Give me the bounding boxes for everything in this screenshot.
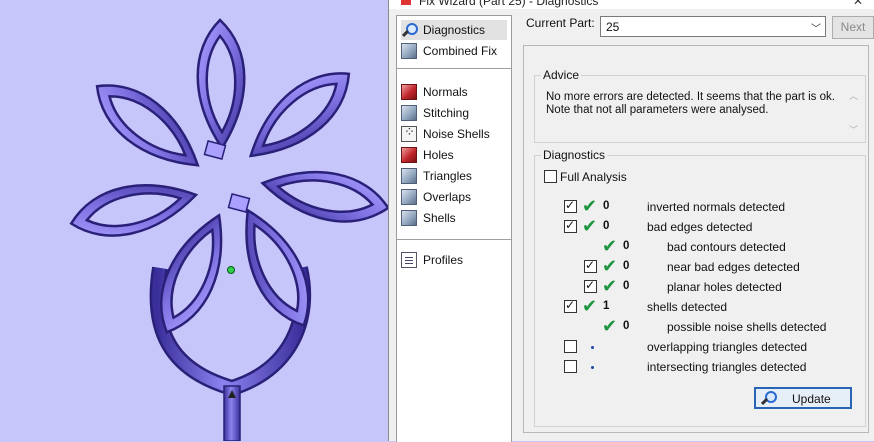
nav-item-profiles[interactable]: Profiles — [401, 250, 463, 270]
inverted-normals-label: inverted normals detected — [647, 200, 786, 214]
ok-check-icon: ✔ — [582, 216, 598, 236]
ok-check-icon: ✔ — [582, 196, 598, 216]
app-icon — [401, 0, 411, 5]
chevron-down-icon: ﹀ — [811, 24, 821, 35]
shells-count: 1 — [603, 300, 610, 312]
update-label: Update — [792, 392, 831, 406]
magnifier-icon — [401, 22, 418, 38]
current-part-select[interactable]: 25 ﹀ — [600, 16, 826, 37]
holes-cube-icon — [401, 147, 417, 163]
advice-text: No more errors are detected. It seems th… — [546, 91, 835, 116]
magnifier-icon — [760, 390, 777, 406]
scroll-up-icon[interactable]: ︿ — [849, 89, 858, 102]
nav-item-overlaps[interactable]: Overlaps — [401, 187, 471, 207]
full-analysis-label: Full Analysis — [560, 170, 627, 184]
nav-item-shells[interactable]: Shells — [401, 208, 456, 228]
ok-check-icon: ✔ — [602, 316, 618, 336]
normals-cube-icon — [401, 84, 417, 100]
nav-item-label: Normals — [423, 85, 468, 99]
nav-separator — [397, 239, 511, 240]
nav-item-triangles[interactable]: Triangles — [401, 166, 472, 186]
nav-item-label: Shells — [423, 211, 456, 225]
diagnostics-panel: Advice No more errors are detected. It s… — [523, 45, 869, 433]
current-part-value: 25 — [606, 20, 620, 34]
bad-edges-count: 0 — [603, 220, 610, 232]
nav-item-label: Holes — [423, 148, 454, 162]
noise-shells-label: possible noise shells detected — [667, 320, 827, 334]
ok-check-icon: ✔ — [582, 296, 598, 316]
nav-item-label: Noise Shells — [423, 127, 490, 141]
triangles-cube-icon — [401, 168, 417, 184]
fix-nav-list: Diagnostics Combined Fix Normals Stitchi… — [396, 15, 512, 442]
scroll-down-icon[interactable]: ﹀ — [849, 123, 858, 136]
ok-check-icon: ✔ — [602, 276, 618, 296]
planar-holes-checkbox[interactable] — [584, 278, 597, 293]
window-title: Fix Wizard (Part 25) - Diagnostics — [419, 0, 599, 8]
flower-model — [69, 18, 388, 441]
noise-shells-count: 0 — [623, 320, 630, 332]
bad-contours-label: bad contours detected — [667, 240, 786, 254]
advice-legend: Advice — [541, 68, 582, 82]
intersecting-triangles-checkbox[interactable] — [564, 360, 577, 373]
current-part-label: Current Part: — [526, 16, 595, 30]
full-analysis-checkbox[interactable] — [544, 170, 557, 183]
ok-check-icon: ✔ — [602, 256, 618, 276]
document-icon — [401, 252, 417, 268]
planar-holes-label: planar holes detected — [667, 280, 782, 294]
diagnostics-legend: Diagnostics — [541, 148, 608, 162]
overlapping-triangles-checkbox[interactable] — [564, 340, 577, 353]
nav-item-label: Stitching — [423, 106, 470, 120]
near-bad-edges-checkbox[interactable] — [584, 258, 597, 273]
planar-holes-count: 0 — [623, 280, 630, 292]
nav-item-noise-shells[interactable]: Noise Shells — [401, 124, 490, 144]
nav-item-holes[interactable]: Holes — [401, 145, 454, 165]
nav-item-label: Combined Fix — [423, 44, 498, 58]
nav-separator — [397, 68, 511, 69]
overlaps-cube-icon — [401, 189, 417, 205]
advice-scrollbar[interactable]: ︿ ﹀ — [847, 89, 861, 135]
advice-group: Advice No more errors are detected. It s… — [534, 68, 866, 143]
ok-check-icon: ✔ — [602, 236, 618, 256]
update-button[interactable]: Update — [754, 387, 852, 409]
nav-item-label: Overlaps — [423, 190, 472, 204]
nav-item-normals[interactable]: Normals — [401, 82, 468, 102]
near-bad-edges-label: near bad edges detected — [667, 260, 800, 274]
close-button[interactable]: ✕ — [853, 0, 863, 8]
nav-item-stitching[interactable]: Stitching — [401, 103, 469, 123]
intersecting-triangles-label: intersecting triangles detected — [647, 360, 807, 374]
title-bar: Fix Wizard (Part 25) - Diagnostics ✕ — [389, 0, 874, 9]
shells-label: shells detected — [647, 300, 728, 314]
bad-edges-checkbox[interactable] — [564, 218, 577, 233]
shells-checkbox[interactable] — [564, 298, 577, 313]
near-bad-edges-count: 0 — [623, 260, 630, 272]
next-button[interactable]: Next — [832, 16, 874, 39]
nav-item-label: Diagnostics — [423, 23, 486, 37]
not-run-dot-icon — [591, 346, 594, 349]
3d-viewport[interactable] — [0, 0, 388, 441]
nav-item-label: Profiles — [423, 253, 464, 267]
nav-item-diagnostics[interactable]: Diagnostics — [401, 20, 507, 40]
dice-icon — [401, 124, 417, 142]
nav-item-combined-fix[interactable]: Combined Fix — [401, 41, 497, 61]
inverted-normals-checkbox[interactable] — [564, 198, 577, 213]
overlapping-triangles-label: overlapping triangles detected — [647, 340, 808, 354]
cube-icon — [401, 43, 417, 59]
inverted-normals-count: 0 — [603, 200, 610, 212]
bad-contours-count: 0 — [623, 240, 630, 252]
fix-wizard-dialog: Fix Wizard (Part 25) - Diagnostics ✕ Dia… — [388, 0, 874, 442]
stitching-cube-icon — [401, 105, 417, 121]
nav-item-label: Triangles — [423, 169, 472, 183]
bad-edges-label: bad edges detected — [647, 220, 753, 234]
shells-cube-icon — [401, 210, 417, 226]
not-run-dot-icon — [591, 366, 594, 369]
